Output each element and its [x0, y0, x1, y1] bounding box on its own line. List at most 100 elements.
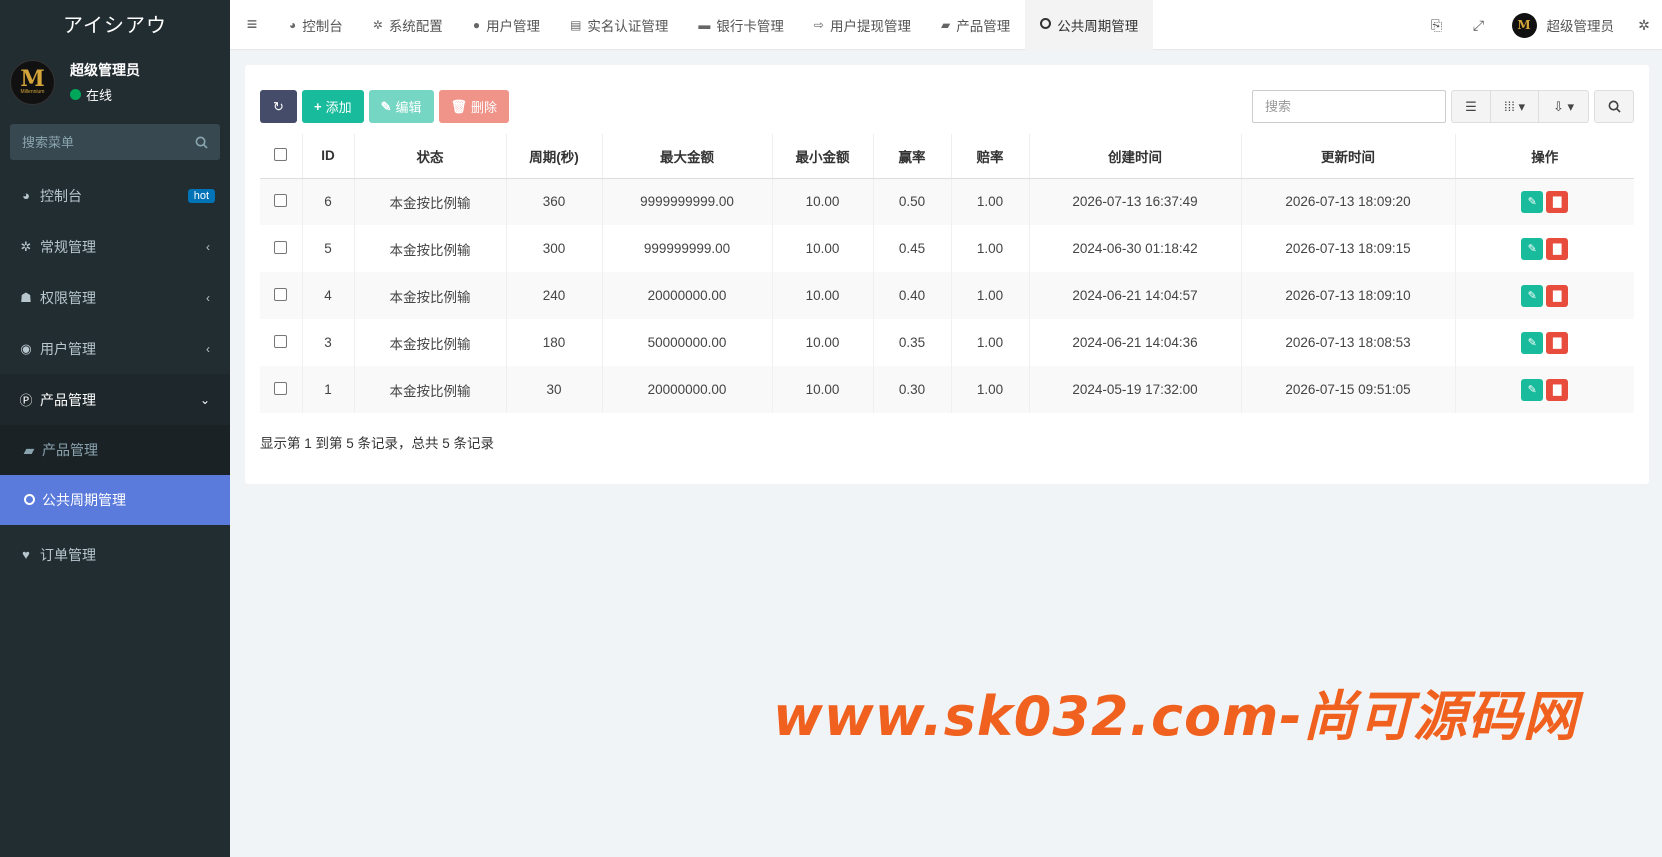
- cell-updated: 2026-07-13 18:08:53: [1241, 319, 1456, 366]
- sidebar-item-users[interactable]: ◉ 用户管理 ‹: [0, 323, 230, 374]
- sidebar-item-orders[interactable]: ♥ 订单管理: [0, 529, 230, 580]
- cell-id: 3: [302, 319, 355, 366]
- trash-icon: ▇: [1553, 243, 1562, 255]
- settings-icon[interactable]: ✲: [1626, 17, 1662, 34]
- row-edit-button[interactable]: ✎: [1521, 331, 1544, 354]
- table-row[interactable]: 3 本金按比例输 180 50000000.00 10.00 0.35 1.00 2024-0…: [260, 319, 1634, 366]
- row-actions: ✎ ▇: [1456, 378, 1635, 401]
- toggle-view-button[interactable]: ☰: [1451, 90, 1491, 123]
- row-checkbox[interactable]: [274, 240, 288, 254]
- tab-label: 控制台: [302, 18, 343, 34]
- sidebar-item-products[interactable]: Ⓟ 产品管理 ⌄: [0, 374, 230, 425]
- brand-logo[interactable]: アイシアウ: [0, 0, 230, 50]
- sidebar-subitem-products[interactable]: ▰ 产品管理: [0, 425, 230, 475]
- cell-actions: ✎ ▇: [1455, 178, 1634, 225]
- row-delete-button[interactable]: ▇: [1546, 378, 1569, 401]
- language-icon[interactable]: ⎘: [1416, 17, 1458, 34]
- table-header-row: ID 状态 周期(秒) 最大金额 最小金额 赢率 赔率 创建时间 更新时间 操作: [260, 134, 1634, 179]
- row-delete-button[interactable]: ▇: [1546, 237, 1569, 260]
- tab-users[interactable]: ● 用户管理: [458, 0, 555, 50]
- dashboard-icon: ◕: [22, 188, 30, 203]
- cell-win: 0.50: [873, 178, 952, 225]
- cell-min: 10.00: [772, 319, 874, 366]
- select-all-checkbox[interactable]: [274, 147, 288, 161]
- trash-icon: ▇: [1553, 337, 1562, 349]
- tab-label: 产品管理: [956, 18, 1011, 34]
- cell-updated: 2026-07-13 18:09:10: [1241, 272, 1456, 319]
- edit-button[interactable]: ✎ 编辑: [368, 90, 434, 123]
- table-row[interactable]: 1 本金按比例输 30 20000000.00 10.00 0.30 1.00 2024-05…: [260, 366, 1634, 413]
- row-edit-button[interactable]: ✎: [1521, 378, 1544, 401]
- row-checkbox[interactable]: [274, 287, 288, 301]
- table-row[interactable]: 5 本金按比例输 300 999999999.00 10.00 0.45 1.00 2024-…: [260, 225, 1634, 272]
- tab-realname[interactable]: ▤ 实名认证管理: [555, 0, 683, 50]
- columns-dropdown-button[interactable]: ⁞⁞⁞ ▾: [1491, 90, 1539, 123]
- tab-dashboard[interactable]: ◕ 控制台: [274, 0, 358, 50]
- sidebar-item-permission[interactable]: ☗ 权限管理 ‹: [0, 272, 230, 323]
- chevron-left-icon: ‹: [206, 290, 210, 305]
- row-delete-button[interactable]: ▇: [1546, 190, 1569, 213]
- col-created[interactable]: 创建时间: [1029, 134, 1242, 179]
- avatar-subtext: Millennium: [20, 89, 45, 95]
- row-checkbox[interactable]: [274, 193, 288, 207]
- cell-status: 本金按比例输: [354, 319, 507, 366]
- cell-actions: ✎ ▇: [1455, 225, 1634, 272]
- trash-icon: ▇: [1553, 196, 1562, 209]
- sidebar-search: [10, 124, 220, 160]
- cell-odds: 1.00: [951, 272, 1030, 319]
- row-actions: ✎ ▇: [1456, 190, 1635, 213]
- sidebar-subitem-period[interactable]: 公共周期管理: [0, 475, 230, 525]
- pagination-info: 显示第 1 到第 5 条记录，总共 5 条记录: [260, 436, 495, 451]
- delete-button[interactable]: 🗑 删除: [438, 90, 510, 123]
- search-icon: [1608, 100, 1621, 113]
- row-edit-button[interactable]: ✎: [1521, 237, 1544, 260]
- col-win[interactable]: 赢率: [873, 134, 952, 179]
- online-dot-icon: [70, 89, 81, 100]
- sidebar-item-general[interactable]: ✲ 常规管理 ‹: [0, 221, 230, 272]
- row-actions: ✎ ▇: [1456, 237, 1635, 260]
- col-max[interactable]: 最大金额: [602, 134, 773, 179]
- tab-withdraw[interactable]: ⇨ 用户提现管理: [799, 0, 926, 50]
- circle-icon: [1040, 17, 1052, 32]
- export-dropdown-button[interactable]: ⇩ ▾: [1539, 90, 1589, 123]
- row-checkbox[interactable]: [274, 381, 288, 395]
- refresh-button[interactable]: ↻: [260, 90, 297, 123]
- col-odds[interactable]: 赔率: [951, 134, 1030, 179]
- col-min[interactable]: 最小金额: [772, 134, 874, 179]
- row-select-cell: [260, 366, 303, 413]
- avatar: M Millennium: [10, 59, 55, 105]
- tab-system-config[interactable]: ✲ 系统配置: [358, 0, 458, 50]
- row-edit-button[interactable]: ✎: [1521, 284, 1544, 307]
- tab-period[interactable]: 公共周期管理: [1025, 0, 1154, 50]
- tab-bankcard[interactable]: ▬ 银行卡管理: [683, 0, 799, 50]
- trash-icon: ▇: [1553, 290, 1562, 302]
- row-delete-button[interactable]: ▇: [1546, 284, 1569, 307]
- row-edit-button[interactable]: ✎: [1521, 190, 1544, 213]
- tab-label: 公共周期管理: [1057, 18, 1139, 34]
- table-row[interactable]: 6 本金按比例输 360 9999999999.00 10.00 0.50 1.00 2026…: [260, 178, 1634, 225]
- table-search-input[interactable]: [1252, 90, 1446, 123]
- chevron-down-icon: ⌄: [199, 392, 210, 407]
- advanced-search-button[interactable]: [1594, 90, 1634, 123]
- sidebar-item-dashboard[interactable]: ◕ 控制台 hot: [0, 170, 230, 221]
- col-updated[interactable]: 更新时间: [1241, 134, 1456, 179]
- sidebar-search-input[interactable]: [22, 134, 182, 150]
- table-body: 6 本金按比例输 360 9999999999.00 10.00 0.50 1.00 2026…: [260, 178, 1634, 413]
- cell-max: 20000000.00: [602, 366, 773, 413]
- cell-status: 本金按比例输: [354, 225, 507, 272]
- col-period[interactable]: 周期(秒): [506, 134, 603, 179]
- tab-label: 用户提现管理: [829, 18, 911, 34]
- row-delete-button[interactable]: ▇: [1546, 331, 1569, 354]
- add-button[interactable]: + 添加: [302, 90, 364, 123]
- col-status[interactable]: 状态: [354, 134, 507, 179]
- table-row[interactable]: 4 本金按比例输 240 20000000.00 10.00 0.40 1.00 2024-0…: [260, 272, 1634, 319]
- search-icon[interactable]: [195, 136, 208, 149]
- menu-toggle-icon[interactable]: ≡: [230, 14, 274, 35]
- tab-products[interactable]: ▰ 产品管理: [926, 0, 1025, 50]
- cell-odds: 1.00: [951, 225, 1030, 272]
- col-id[interactable]: ID: [302, 134, 355, 179]
- fullscreen-icon[interactable]: ⤢: [1458, 17, 1500, 34]
- row-checkbox[interactable]: [274, 334, 288, 348]
- header-user-menu[interactable]: M 超级管理员: [1500, 12, 1627, 38]
- cell-period: 300: [506, 225, 603, 272]
